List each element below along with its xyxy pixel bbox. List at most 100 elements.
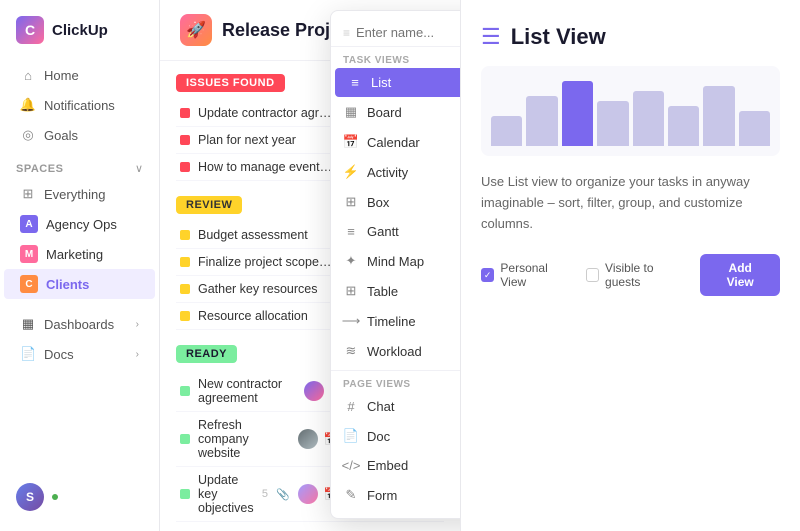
list-view-icon: ☰ xyxy=(481,24,501,50)
marketing-avatar: M xyxy=(20,245,38,263)
dropdown-item-embed[interactable]: </> Embed xyxy=(331,451,460,480)
dropdown-item-doc[interactable]: 📄 Doc xyxy=(331,421,460,451)
personal-view-checkbox[interactable]: ✓ xyxy=(481,268,494,282)
chart-bar xyxy=(703,86,734,146)
timeline-item-icon: ⟶ xyxy=(343,313,359,329)
list-view-header: ☰ List View xyxy=(481,24,780,50)
form-item-icon: ✎ xyxy=(343,487,359,503)
dropdown-item-calendar[interactable]: 📅 Calendar xyxy=(331,127,460,157)
calendar-item-icon: 📅 xyxy=(343,134,359,150)
dropdown-item-list[interactable]: ≡ List xyxy=(335,68,460,97)
right-panel: ☰ List View Use List view to organize yo… xyxy=(460,0,800,531)
task-status-dot xyxy=(180,434,190,444)
spaces-section: Spaces ∨ xyxy=(0,150,159,179)
project-icon: 🚀 xyxy=(180,14,212,46)
task-avatar xyxy=(304,381,324,401)
gantt-item-icon: ≡ xyxy=(343,224,359,239)
sidebar-item-clients-label: Clients xyxy=(46,277,89,292)
sidebar-item-home-label: Home xyxy=(44,68,79,83)
chart-bar xyxy=(491,116,522,146)
task-status-dot xyxy=(180,108,190,118)
dropdown-search-container: ≡ xyxy=(331,19,460,47)
chart-preview xyxy=(481,66,780,156)
sidebar-item-everything-label: Everything xyxy=(44,187,105,202)
clip-icon: 📎 xyxy=(276,488,290,501)
sidebar-item-notifications[interactable]: 🔔 Notifications xyxy=(4,90,155,120)
dropdown-item-workload[interactable]: ≋ Workload xyxy=(331,336,460,366)
task-status-dot xyxy=(180,162,190,172)
sidebar-item-goals-label: Goals xyxy=(44,128,78,143)
task-status-dot xyxy=(180,489,190,499)
logo-icon: C xyxy=(16,16,44,44)
table-item-icon: ⊞ xyxy=(343,283,359,299)
chart-bar xyxy=(633,91,664,146)
group-header-ready[interactable]: READY xyxy=(176,345,237,363)
workload-item-icon: ≋ xyxy=(343,343,359,359)
agency-ops-avatar: A xyxy=(20,215,38,233)
sidebar-item-goals[interactable]: ◎ Goals xyxy=(4,120,155,150)
task-avatar xyxy=(298,484,318,504)
task-status-dot xyxy=(180,311,190,321)
sidebar-item-clients[interactable]: C Clients xyxy=(4,269,155,299)
sidebar: C ClickUp ⌂ Home 🔔 Notifications ◎ Goals… xyxy=(0,0,160,531)
docs-chevron-icon: › xyxy=(136,349,139,360)
dropdown-item-mindmap[interactable]: ✦ Mind Map xyxy=(331,246,460,276)
clients-avatar: C xyxy=(20,275,38,293)
chart-bar xyxy=(526,96,557,146)
list-view-description: Use List view to organize your tasks in … xyxy=(481,172,780,234)
logo: C ClickUp xyxy=(0,12,159,60)
visible-guests-label: Visible to guests xyxy=(605,261,688,289)
visible-guests-checkbox[interactable] xyxy=(586,268,599,282)
task-status-dot xyxy=(180,230,190,240)
sidebar-item-everything[interactable]: ⊞ Everything xyxy=(4,179,155,209)
view-dropdown[interactable]: ≡ TASK VIEWS ≡ List ▦ Board 📅 Calendar ⚡… xyxy=(330,10,460,519)
home-icon: ⌂ xyxy=(20,67,36,83)
sidebar-item-home[interactable]: ⌂ Home xyxy=(4,60,155,90)
list-view-title: List View xyxy=(511,24,606,50)
docs-label: Docs xyxy=(44,347,74,362)
activity-item-icon: ⚡ xyxy=(343,164,359,180)
visible-guests-group: Visible to guests xyxy=(586,261,689,289)
dropdown-divider xyxy=(331,370,460,371)
add-view-button[interactable]: Add View xyxy=(700,254,780,296)
sidebar-item-marketing[interactable]: M Marketing xyxy=(4,239,155,269)
dropdown-item-timeline[interactable]: ⟶ Timeline xyxy=(331,306,460,336)
group-header-issues[interactable]: ISSUES FOUND xyxy=(176,74,285,92)
dropdown-item-box[interactable]: ⊞ Box xyxy=(331,187,460,217)
group-header-review[interactable]: REVIEW xyxy=(176,196,242,214)
sidebar-item-dashboards[interactable]: ▦ Dashboards › xyxy=(4,309,155,339)
search-input[interactable] xyxy=(356,25,460,40)
task-avatar xyxy=(298,429,318,449)
logo-text: ClickUp xyxy=(52,22,108,39)
chart-bar xyxy=(668,106,699,146)
sidebar-item-agency-ops[interactable]: A Agency Ops xyxy=(4,209,155,239)
target-icon: ◎ xyxy=(20,127,36,143)
chart-bar xyxy=(597,101,628,146)
chat-item-icon: # xyxy=(343,399,359,414)
dropdown-item-board[interactable]: ▦ Board xyxy=(331,97,460,127)
sidebar-item-agency-ops-label: Agency Ops xyxy=(46,217,117,232)
docs-icon: 📄 xyxy=(20,346,36,362)
grid-icon: ⊞ xyxy=(20,186,36,202)
user-avatar[interactable]: S xyxy=(16,483,44,511)
sidebar-item-notifications-label: Notifications xyxy=(44,98,115,113)
spaces-chevron-icon: ∨ xyxy=(135,162,143,175)
chart-bar xyxy=(739,111,770,146)
box-item-icon: ⊞ xyxy=(343,194,359,210)
sidebar-item-docs[interactable]: 📄 Docs › xyxy=(4,339,155,369)
mindmap-item-icon: ✦ xyxy=(343,253,359,269)
dashboards-label: Dashboards xyxy=(44,317,114,332)
main-content: 🚀 Release Project ISSUES FOUND Update co… xyxy=(160,0,460,531)
sidebar-item-marketing-label: Marketing xyxy=(46,247,103,262)
dropdown-item-table[interactable]: ⊞ Table xyxy=(331,276,460,306)
task-status-dot xyxy=(180,386,190,396)
list-icon: ≡ xyxy=(343,26,350,40)
dropdown-item-gantt[interactable]: ≡ Gantt xyxy=(331,217,460,246)
dropdown-item-chat[interactable]: # Chat xyxy=(331,392,460,421)
user-status-dot xyxy=(52,494,58,500)
doc-item-icon: 📄 xyxy=(343,428,359,444)
dashboard-icon: ▦ xyxy=(20,316,36,332)
dropdown-item-activity[interactable]: ⚡ Activity xyxy=(331,157,460,187)
task-status-dot xyxy=(180,284,190,294)
dropdown-item-form[interactable]: ✎ Form xyxy=(331,480,460,510)
